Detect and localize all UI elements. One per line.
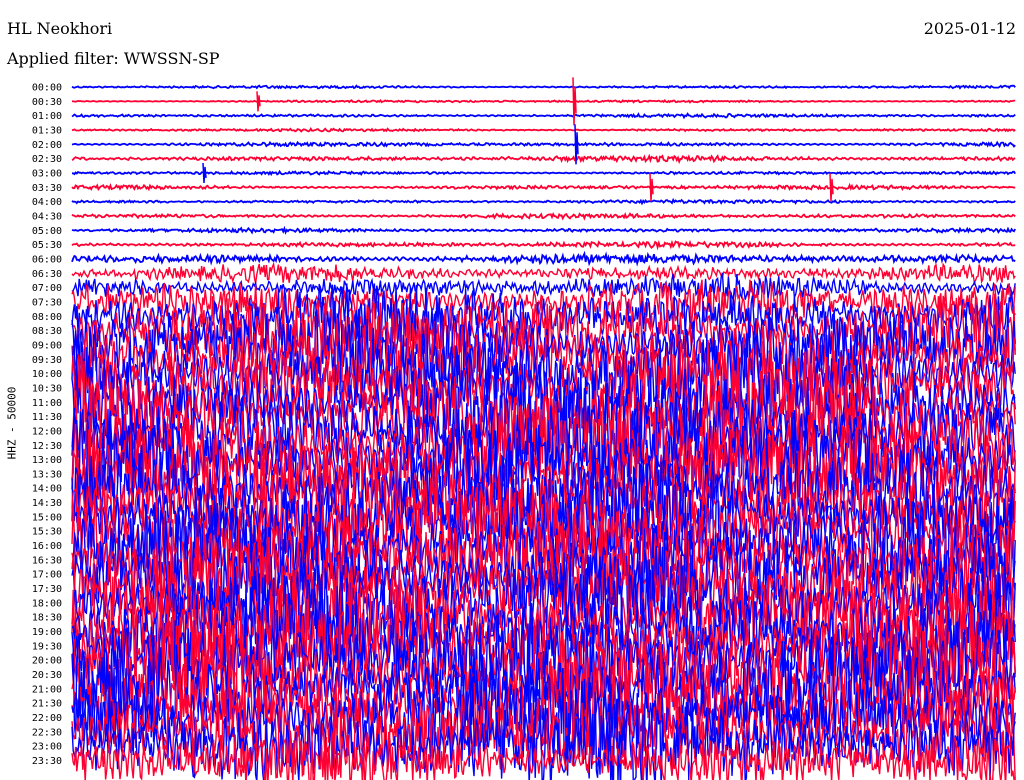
time-tick-label: 11:30 [32,412,62,423]
trace-row-0200 [71,140,1016,149]
time-tick-label: 11:00 [32,398,62,409]
time-tick-label: 13:30 [32,469,62,480]
event-spike [829,173,834,202]
time-tick-label: 20:30 [32,670,62,681]
time-tick-label: 06:00 [32,254,62,265]
time-tick-label: 05:30 [32,240,62,251]
event-spike [572,77,577,126]
time-tick-label: 00:30 [32,97,62,108]
trace-row-0330 [71,182,1016,192]
time-tick-label: 15:30 [32,527,62,538]
time-tick-label: 13:00 [32,455,62,466]
time-tick-label: 03:00 [32,168,62,179]
time-tick-label: 04:30 [32,211,62,222]
time-tick-label: 18:00 [32,598,62,609]
trace-row-0430 [71,212,1016,221]
time-tick-label: 16:00 [32,541,62,552]
time-tick-label: 12:30 [32,441,62,452]
time-tick-label: 18:30 [32,613,62,624]
time-tick-label: 21:00 [32,684,62,695]
time-tick-label: 20:00 [32,656,62,667]
trace-row-0030 [71,98,1016,104]
trace-row-0400 [71,197,1016,206]
time-tick-label: 08:00 [32,312,62,323]
time-tick-label: 16:30 [32,555,62,566]
time-axis-labels: 00:00 00:30 01:00 01:30 02:00 02:30 03:00 03:30… [32,83,62,768]
event-spike [649,173,654,202]
trace-row-0600 [71,250,1016,267]
time-tick-label: 06:30 [32,269,62,280]
time-tick-label: 09:30 [32,355,62,366]
trace-row-0500 [71,225,1016,235]
trace-row-0100 [71,112,1016,120]
time-tick-label: 17:00 [32,570,62,581]
trace-row-0530 [71,239,1016,251]
trace-row-0230 [71,153,1016,165]
time-tick-label: 05:00 [32,226,62,237]
time-tick-label: 03:30 [32,183,62,194]
event-spike [256,91,261,112]
seismogram-plot: 00:00 00:30 01:00 01:30 02:00 02:30 03:00 03:30… [32,77,1016,780]
time-tick-label: 09:00 [32,340,62,351]
time-tick-label: 22:00 [32,713,62,724]
trace-row-0130 [71,126,1016,133]
time-tick-label: 23:30 [32,756,62,767]
trace-row-0000 [71,84,1016,90]
time-tick-label: 19:00 [32,627,62,638]
time-tick-label: 21:30 [32,699,62,710]
trace-row-0300 [72,169,1016,177]
time-tick-label: 00:00 [32,83,62,94]
time-tick-label: 14:30 [32,498,62,509]
time-tick-label: 04:00 [32,197,62,208]
time-tick-label: 15:00 [32,512,62,523]
time-tick-label: 14:00 [32,484,62,495]
time-tick-label: 08:30 [32,326,62,337]
event-spike [202,162,207,184]
time-tick-label: 02:00 [32,140,62,151]
time-tick-label: 22:30 [32,727,62,738]
time-tick-label: 07:30 [32,297,62,308]
helicorder-traces [71,77,1016,780]
time-tick-label: 07:00 [32,283,62,294]
trace-row-0630 [71,261,1016,286]
time-tick-label: 19:30 [32,641,62,652]
time-tick-label: 10:30 [32,383,62,394]
time-tick-label: 12:00 [32,426,62,437]
time-tick-label: 02:30 [32,154,62,165]
time-tick-label: 23:00 [32,742,62,753]
time-tick-label: 10:00 [32,369,62,380]
time-tick-label: 01:00 [32,111,62,122]
time-tick-label: 01:30 [32,125,62,136]
time-tick-label: 17:30 [32,584,62,595]
